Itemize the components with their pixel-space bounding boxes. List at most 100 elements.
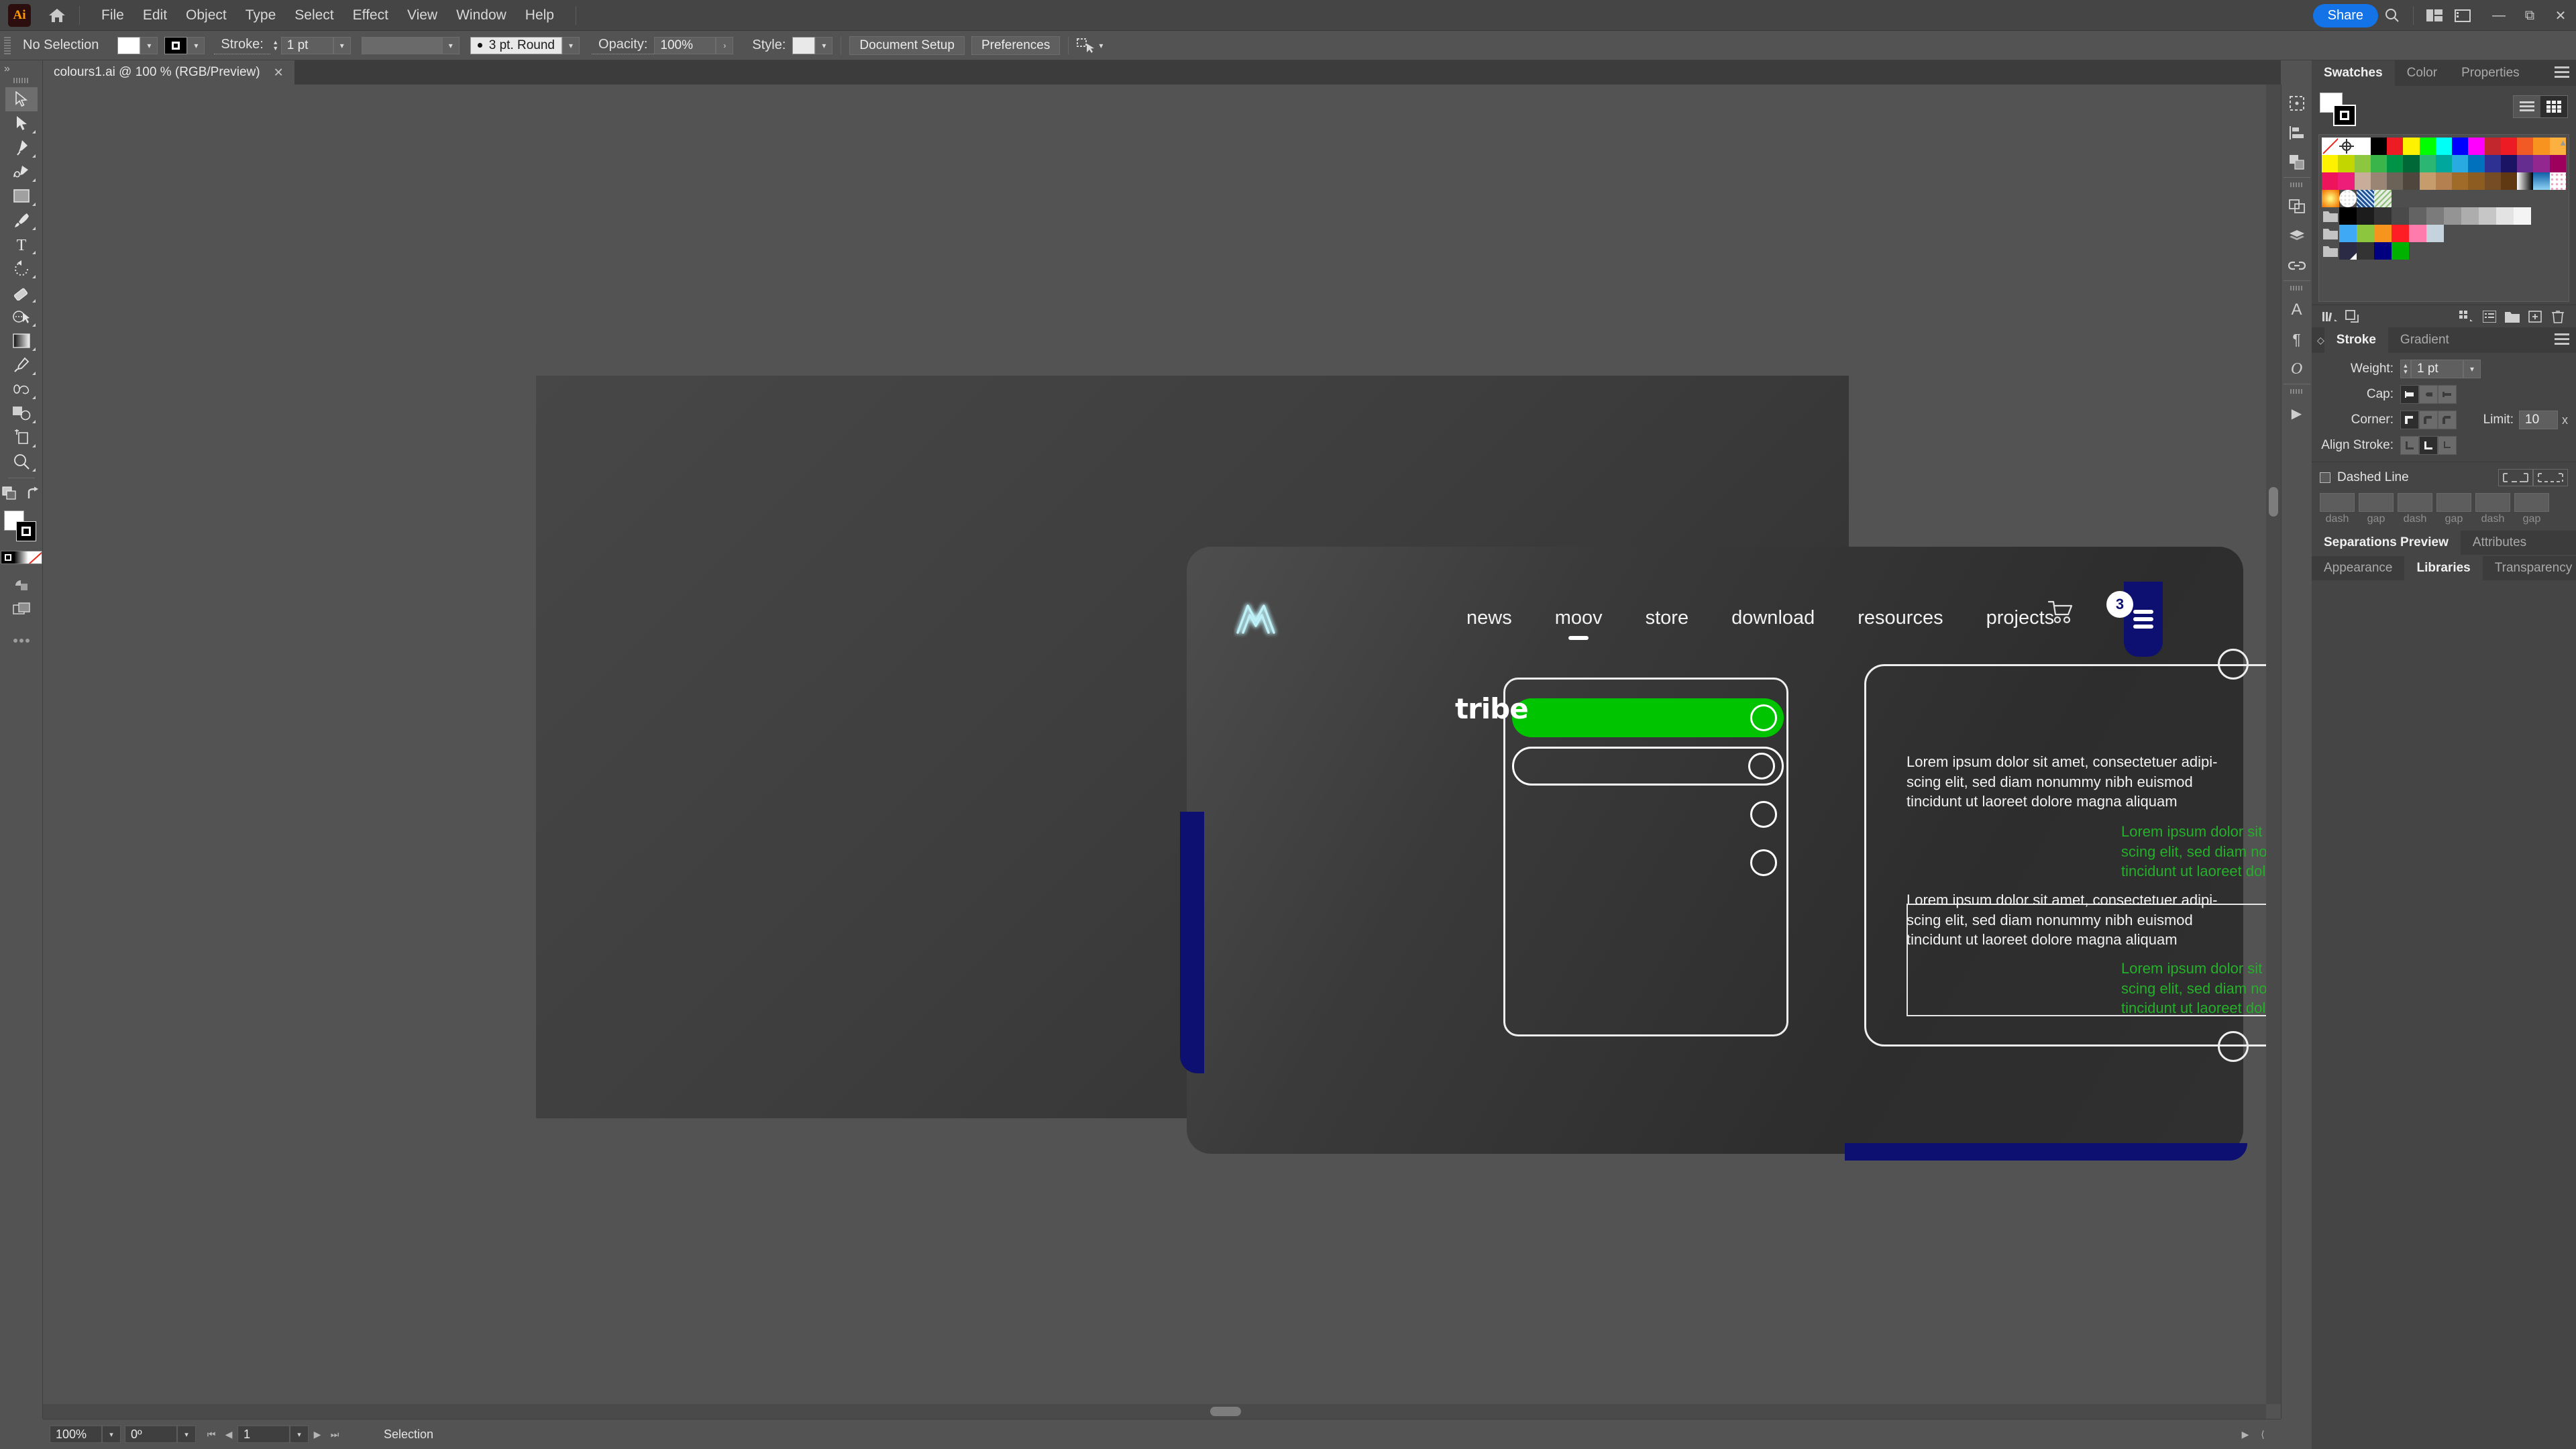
swatch-cyan[interactable] xyxy=(2435,138,2453,155)
vertical-scroll-thumb[interactable] xyxy=(2269,487,2278,517)
delete-swatch-icon[interactable] xyxy=(2546,307,2569,327)
toolbar-expand-icon[interactable]: » xyxy=(4,63,10,75)
swatch-emerald[interactable] xyxy=(2419,155,2436,172)
select-similar-dropdown[interactable]: ▾ xyxy=(1094,37,1108,54)
swatch-registration[interactable] xyxy=(2338,138,2355,155)
gap-field-1[interactable]: gap xyxy=(2359,493,2394,525)
artboards-icon[interactable] xyxy=(2284,192,2310,221)
tab-attributes[interactable]: Attributes xyxy=(2461,530,2538,555)
tribe-row-1[interactable] xyxy=(1512,698,1784,737)
show-swatch-kinds-icon[interactable] xyxy=(2455,307,2478,327)
swatch-gradient-radial[interactable] xyxy=(2322,190,2339,207)
fill-stroke-indicator[interactable] xyxy=(3,511,39,543)
menu-object[interactable]: Object xyxy=(176,0,236,31)
shape-builder-tool[interactable] xyxy=(5,305,38,329)
rotation-field[interactable]: 0º xyxy=(125,1426,177,1443)
menu-edit[interactable]: Edit xyxy=(133,0,176,31)
menu-view[interactable]: View xyxy=(398,0,447,31)
swatch-gradient-blue[interactable] xyxy=(2533,172,2550,190)
eyedropper-tool[interactable] xyxy=(5,353,38,377)
rail-grip-3[interactable] xyxy=(2290,389,2304,394)
rotate-tool[interactable] xyxy=(5,256,38,280)
close-button[interactable]: ✕ xyxy=(2545,0,2576,31)
rectangle-tool[interactable] xyxy=(5,184,38,208)
control-bar-grip[interactable] xyxy=(4,36,11,54)
canvas-vertical-scrollbar[interactable] xyxy=(2266,85,2281,1404)
glyphs-icon[interactable]: O xyxy=(2284,354,2310,384)
opacity-field[interactable]: 100% xyxy=(654,36,716,54)
swatch-navy[interactable] xyxy=(2500,155,2518,172)
search-icon[interactable] xyxy=(2378,0,2406,31)
swatch-grey-2[interactable] xyxy=(2374,207,2392,225)
swatch-pink[interactable] xyxy=(2338,172,2355,190)
dash-field-3[interactable]: dash xyxy=(2475,493,2510,525)
new-color-group-icon[interactable] xyxy=(2501,307,2524,327)
tab-separations-preview[interactable]: Separations Preview xyxy=(2312,530,2461,555)
menu-select[interactable]: Select xyxy=(285,0,343,31)
miter-limit-value[interactable]: 10 xyxy=(2519,411,2558,429)
cart-icon[interactable] xyxy=(2047,600,2076,625)
eraser-tool[interactable] xyxy=(5,280,38,305)
swatch-group-folder-project-icon[interactable] xyxy=(2322,242,2339,260)
arrange-documents-icon[interactable] xyxy=(2420,0,2449,31)
status-flyout-icon[interactable]: ▶ xyxy=(2237,1426,2254,1443)
swatch-bright-orange[interactable] xyxy=(2374,225,2392,242)
swatch-open-library-icon[interactable] xyxy=(2341,307,2364,327)
stroke-weight-dropdown[interactable]: ▾ xyxy=(333,36,351,54)
brush-dropdown[interactable]: ▾ xyxy=(562,36,580,54)
tab-appearance[interactable]: Appearance xyxy=(2312,555,2404,581)
swatch-pattern-clear[interactable] xyxy=(2339,190,2357,207)
swatch-none[interactable] xyxy=(2322,138,2339,155)
swatches-scroll-up-icon[interactable]: ▲ xyxy=(2559,138,2567,148)
tab-color[interactable]: Color xyxy=(2395,60,2449,86)
swatch-darkbrown[interactable] xyxy=(2403,172,2420,190)
gap-field-2[interactable]: gap xyxy=(2436,493,2471,525)
last-artboard-icon[interactable]: ⏭ xyxy=(326,1426,343,1443)
nav-link-download[interactable]: download xyxy=(1710,607,1836,629)
blend-tool[interactable] xyxy=(5,377,38,401)
corner-round-icon[interactable] xyxy=(2419,411,2438,429)
close-icon[interactable]: ✕ xyxy=(274,66,284,80)
align-center-icon[interactable] xyxy=(2400,436,2419,455)
cap-round-icon[interactable] xyxy=(2419,385,2438,404)
home-icon[interactable] xyxy=(47,5,67,25)
dash-field-2[interactable]: dash xyxy=(2398,493,2432,525)
swatch-options-icon[interactable] xyxy=(2478,307,2501,327)
stroke-panel-collapse-icon[interactable]: ◇ xyxy=(2317,335,2324,346)
document-tab[interactable]: colours1.ai @ 100 % (RGB/Preview) ✕ xyxy=(43,60,294,85)
swatch-project-navy[interactable] xyxy=(2374,242,2392,260)
swatches-grid[interactable]: ▲ xyxy=(2318,134,2569,302)
edit-toolbar-icon[interactable] xyxy=(1,486,18,501)
swatch-lime[interactable] xyxy=(2338,155,2355,172)
swatch-indigo[interactable] xyxy=(2484,155,2501,172)
maximize-button[interactable]: ⧉ xyxy=(2514,0,2545,31)
swatch-darkgreen[interactable] xyxy=(2387,155,2404,172)
tribe-panel[interactable] xyxy=(1503,678,1788,1036)
paintbrush-tool[interactable] xyxy=(5,208,38,232)
gradient-tool[interactable] xyxy=(5,329,38,353)
align-outside-icon[interactable] xyxy=(2438,436,2457,455)
swatch-libraries-icon[interactable] xyxy=(2318,307,2341,327)
stroke-weight-field[interactable]: 1 pt xyxy=(280,36,333,54)
minimize-button[interactable]: — xyxy=(2483,0,2514,31)
swatch-violet[interactable] xyxy=(2533,155,2550,172)
drawing-mode-icon[interactable] xyxy=(5,574,38,598)
tribe-row-toggle-2[interactable] xyxy=(1748,753,1775,780)
swatch-group-folder-greys-icon[interactable] xyxy=(2322,207,2339,225)
swatch-brown-grey[interactable] xyxy=(2387,172,2404,190)
swatch-taupe[interactable] xyxy=(2370,172,2387,190)
stroke-color-swatch[interactable] xyxy=(164,36,188,54)
previous-artboard-icon[interactable]: ◀ xyxy=(220,1426,237,1443)
swatch-grey-0[interactable] xyxy=(2339,207,2357,225)
swatch-black[interactable] xyxy=(2370,138,2387,155)
gap-field-3[interactable]: gap xyxy=(2514,493,2549,525)
first-artboard-icon[interactable]: ⏮ xyxy=(203,1426,220,1443)
canvas-area[interactable]: news moov store download resources proje… xyxy=(43,85,2281,1419)
swatch-grey-7[interactable] xyxy=(2461,207,2479,225)
menu-window[interactable]: Window xyxy=(447,0,516,31)
message-input-box[interactable] xyxy=(1907,904,2281,1016)
swatch-cocoa[interactable] xyxy=(2500,172,2518,190)
artboard[interactable]: news moov store download resources proje… xyxy=(536,376,2281,1161)
swatch-forest[interactable] xyxy=(2403,155,2420,172)
properties-icon[interactable] xyxy=(2284,89,2310,118)
